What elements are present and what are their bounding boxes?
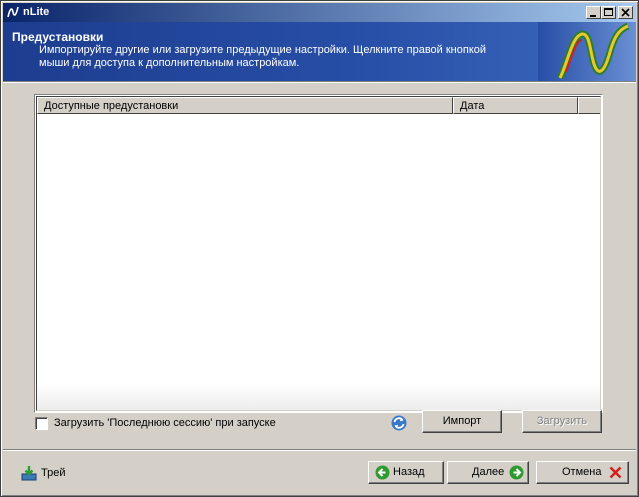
presets-list[interactable]: Доступные предустановки Дата: [34, 94, 603, 413]
nlite-app-icon: [7, 6, 19, 18]
tray-icon: [21, 466, 37, 481]
header-separator: [3, 81, 636, 83]
refresh-icon[interactable]: [390, 414, 408, 432]
next-arrow-icon: [509, 465, 524, 480]
next-button[interactable]: Далее: [447, 461, 529, 484]
column-header-date[interactable]: Дата: [453, 97, 578, 114]
back-button[interactable]: Назад: [368, 461, 444, 484]
load-button[interactable]: Загрузить: [522, 410, 602, 433]
nlite-window: nLite Предустановки Импортируйте другие …: [0, 0, 639, 497]
cancel-x-icon: [609, 466, 622, 479]
maximize-icon: [604, 8, 613, 16]
back-label: Назад: [393, 466, 425, 478]
title-bar[interactable]: nLite: [3, 3, 636, 22]
page-header: Предустановки Импортируйте другие или за…: [3, 22, 636, 81]
minimize-icon: [590, 15, 596, 17]
cancel-button[interactable]: Отмена: [536, 461, 629, 484]
column-header-presets[interactable]: Доступные предустановки: [37, 97, 453, 114]
column-header-filler: [578, 97, 600, 114]
close-icon: [621, 8, 630, 17]
next-label: Далее: [472, 466, 505, 478]
list-empty-area: [37, 384, 600, 410]
import-button[interactable]: Импорт: [422, 410, 502, 433]
window-title: nLite: [23, 6, 50, 18]
load-last-session-label[interactable]: Загрузить 'Последнюю сессию' при запуске: [54, 417, 276, 429]
close-button[interactable]: [618, 6, 633, 19]
tray-label: Трей: [41, 467, 66, 479]
maximize-button[interactable]: [601, 6, 616, 19]
nlite-logo: [538, 22, 636, 81]
footer-separator: [3, 449, 636, 451]
load-last-session-checkbox[interactable]: [35, 417, 48, 430]
tray-button[interactable]: Трей: [21, 464, 81, 484]
page-title: Предустановки: [12, 30, 104, 44]
minimize-button[interactable]: [586, 6, 601, 19]
back-arrow-icon: [375, 465, 390, 480]
cancel-label: Отмена: [562, 466, 602, 478]
page-description: Импортируйте другие или загрузите предыд…: [39, 44, 487, 69]
